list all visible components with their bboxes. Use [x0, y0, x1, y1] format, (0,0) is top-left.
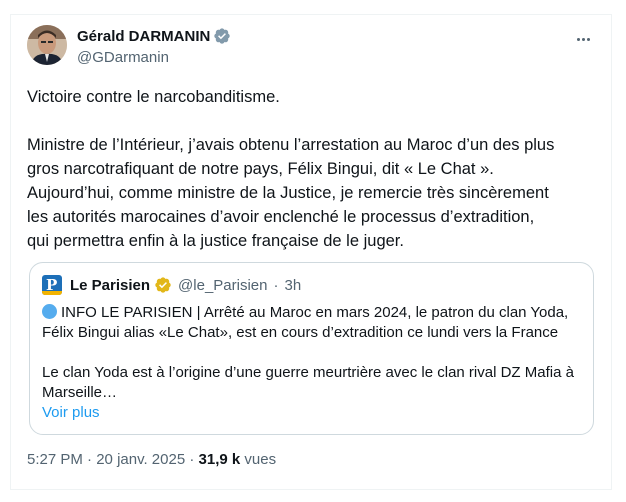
quoted-tweet-header: P Le Parisien @le_Parisien · 3h — [42, 275, 301, 295]
quoted-line: Le clan Yoda est à l’origine d’une guerr… — [42, 364, 574, 381]
quoted-tweet-text: INFO LE PARISIEN | Arrêté au Maroc en ma… — [42, 303, 582, 423]
tweet-line: Victoire contre le narcobanditisme. — [27, 88, 280, 106]
quoted-tweet[interactable]: P Le Parisien @le_Parisien · 3h INFO LE … — [29, 262, 594, 435]
quoted-line: Marseille… — [42, 384, 118, 401]
footer-separator: · — [82, 451, 97, 468]
quoted-author-name[interactable]: Le Parisien — [70, 277, 150, 294]
views-label: vues — [240, 451, 277, 468]
author-handle[interactable]: @GDarmanin — [77, 49, 169, 66]
avatar-image — [27, 25, 67, 65]
author-row: Gérald DARMANIN — [77, 27, 231, 45]
tweet-line: Ministre de l’Intérieur, j’avais obtenu … — [27, 136, 555, 154]
tweet-time[interactable]: 5:27 PM — [27, 451, 83, 468]
tweet-line: Aujourd’hui, comme ministre de la Justic… — [27, 184, 549, 202]
verified-gold-badge-icon — [155, 277, 171, 293]
tweet-line: gros narcotrafiquant de notre pays, Féli… — [27, 160, 494, 178]
tweet-card: Gérald DARMANIN @GDarmanin Victoire cont… — [10, 14, 612, 490]
more-dot-icon — [586, 37, 590, 41]
tweet-date[interactable]: 20 janv. 2025 — [96, 451, 185, 468]
quoted-author-handle[interactable]: @le_Parisien — [178, 277, 267, 294]
quoted-separator: · — [273, 276, 279, 294]
quoted-timestamp[interactable]: 3h — [284, 277, 301, 294]
author-name[interactable]: Gérald DARMANIN — [77, 28, 210, 45]
more-dot-icon — [581, 37, 585, 41]
more-dot-icon — [576, 37, 580, 41]
tweet-line: les autorités marocaines d’avoir enclenc… — [27, 208, 535, 226]
more-options-button[interactable] — [573, 29, 593, 49]
tweet-footer: 5:27 PM · 20 janv. 2025 · 31,9 k vues — [27, 451, 276, 468]
tweet-text: Victoire contre le narcobanditisme. Mini… — [27, 85, 599, 253]
tweet-line: qui permettra enfin à la justice françai… — [27, 232, 404, 250]
blue-circle-emoji-icon — [42, 304, 57, 319]
verified-badge-icon[interactable] — [213, 27, 231, 45]
footer-separator: · — [185, 451, 199, 468]
views-count[interactable]: 31,9 k — [199, 451, 241, 468]
quoted-line: Félix Bingui alias «Le Chat», est en cou… — [42, 324, 559, 341]
show-more-link[interactable]: Voir plus — [42, 403, 582, 423]
le-parisien-logo-icon[interactable]: P — [42, 275, 62, 295]
quoted-line: INFO LE PARISIEN | Arrêté au Maroc en ma… — [42, 303, 582, 323]
avatar[interactable] — [27, 25, 67, 65]
